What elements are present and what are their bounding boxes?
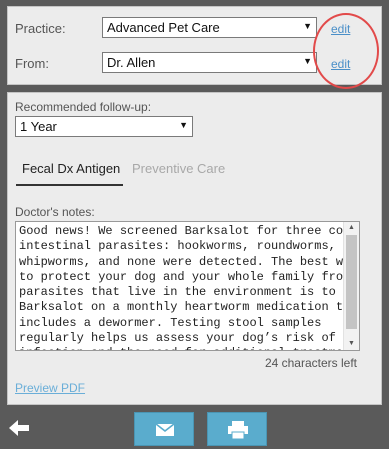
tab-bar: Fecal Dx Antigen Preventive Care: [16, 158, 366, 186]
scroll-down-icon[interactable]: ▼: [344, 338, 359, 350]
tab-preventive-care[interactable]: Preventive Care: [132, 158, 252, 186]
practice-select-value: Advanced Pet Care: [107, 20, 220, 35]
followup-select-value: 1 Year: [20, 119, 57, 134]
from-select[interactable]: Dr. Allen ▼: [102, 52, 317, 73]
tab-fecal-dx-antigen[interactable]: Fecal Dx Antigen: [16, 158, 123, 186]
practice-select[interactable]: Advanced Pet Care ▼: [102, 17, 317, 38]
followup-label: Recommended follow-up:: [15, 100, 152, 114]
tab-label: Fecal Dx Antigen: [22, 161, 121, 176]
envelope-icon: [155, 423, 175, 436]
email-button[interactable]: [134, 412, 194, 446]
from-select-value: Dr. Allen: [107, 55, 156, 70]
back-arrow-icon: [9, 420, 29, 436]
caret-down-icon: ▼: [179, 120, 188, 130]
highlight-annotation: [313, 13, 379, 89]
preview-pdf-link[interactable]: Preview PDF: [15, 381, 85, 395]
followup-select[interactable]: 1 Year ▼: [15, 116, 193, 137]
caret-down-icon: ▼: [303, 21, 312, 31]
doctors-notes-textarea[interactable]: Good news! We screened Barksalot for thr…: [15, 221, 360, 351]
print-button[interactable]: [207, 412, 267, 446]
printer-icon: [228, 421, 248, 440]
scrollbar-thumb[interactable]: [346, 235, 357, 329]
practice-label: Practice:: [15, 21, 66, 36]
notes-label: Doctor's notes:: [15, 205, 95, 219]
chars-left-counter: 24 characters left: [264, 356, 357, 370]
notes-text: Good news! We screened Barksalot for thr…: [19, 224, 359, 350]
tab-label: Preventive Care: [132, 161, 226, 176]
scroll-up-icon[interactable]: ▲: [344, 222, 359, 234]
from-label: From:: [15, 56, 49, 71]
caret-down-icon: ▼: [303, 56, 312, 66]
notes-scrollbar[interactable]: ▲ ▼: [343, 222, 359, 350]
back-button[interactable]: [9, 419, 31, 437]
